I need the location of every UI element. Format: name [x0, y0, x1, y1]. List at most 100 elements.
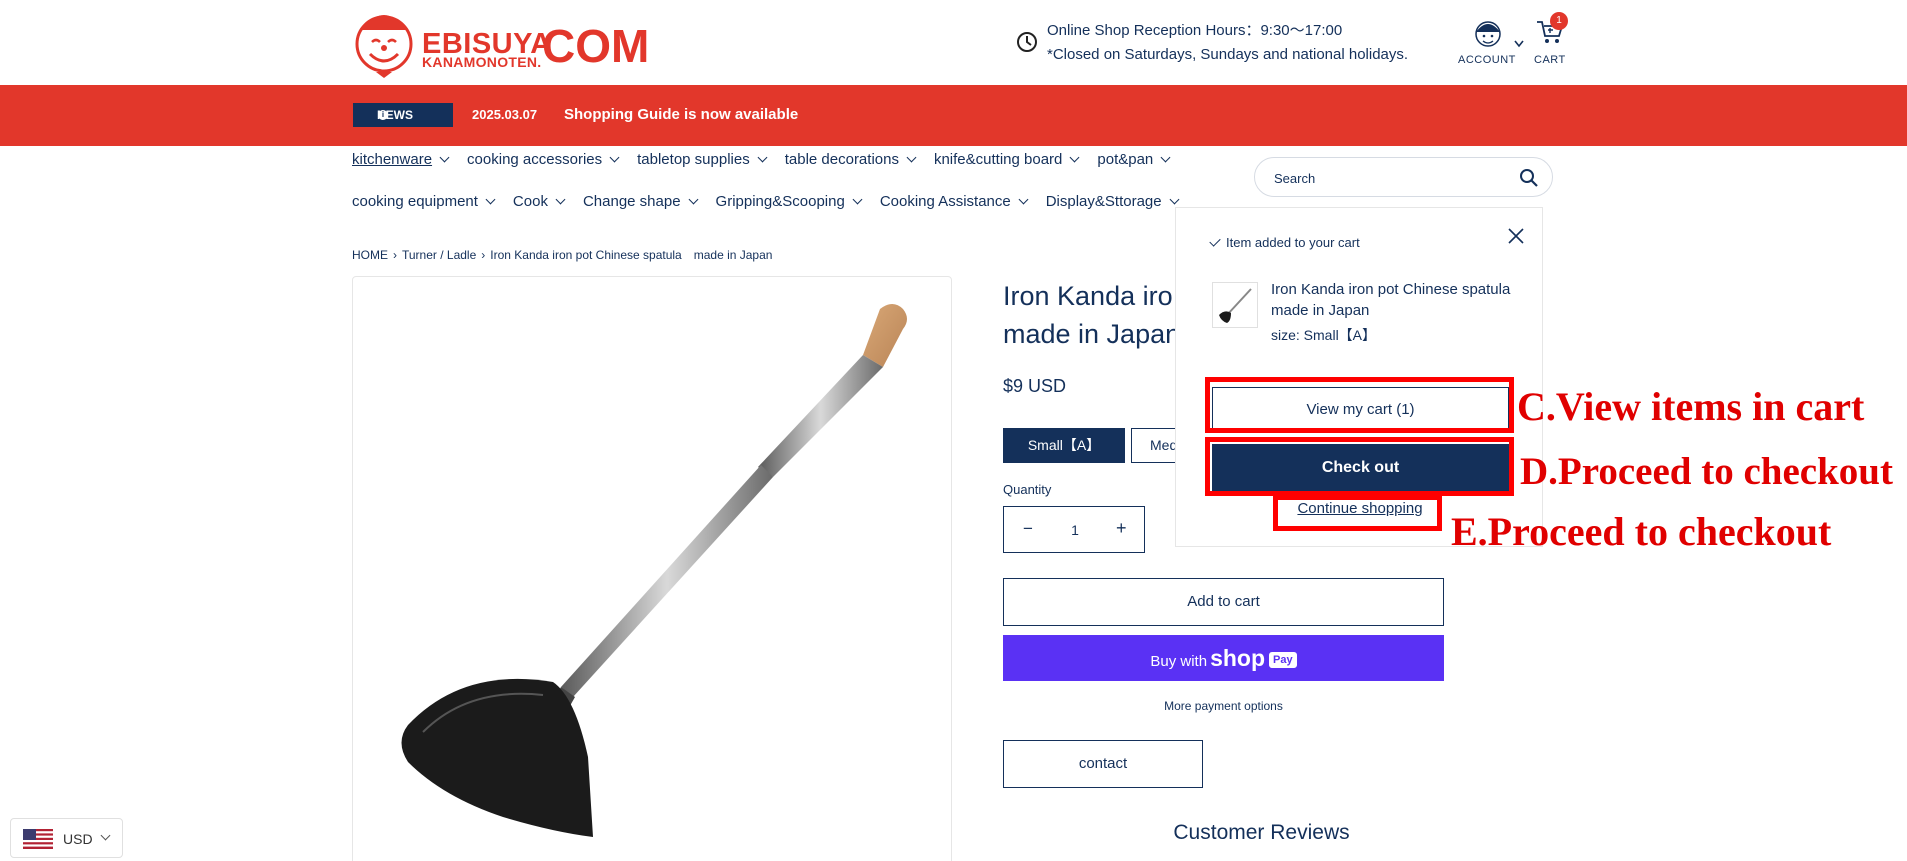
nav-label: Cooking Assistance — [879, 192, 1011, 210]
cart-count-badge: 1 — [1550, 12, 1568, 30]
search-placeholder: Search — [1274, 171, 1316, 186]
annotation-box-c — [1205, 377, 1514, 433]
currency-code: USD — [63, 831, 93, 847]
search-icon[interactable] — [1519, 168, 1539, 188]
checkmark-icon — [1209, 235, 1221, 247]
annotation-label-e: E.Proceed to checkout — [1451, 509, 1832, 554]
account-icon[interactable] — [1460, 14, 1516, 50]
cart-label[interactable]: CART — [1534, 54, 1566, 66]
spatula-image — [401, 304, 907, 837]
hours-note: *Closed on Saturdays, Sundays and nation… — [1047, 46, 1409, 63]
nav-item-display-storage[interactable]: Display&Sttorage — [1045, 189, 1180, 213]
currency-selector[interactable]: USD — [10, 818, 123, 858]
nav-item-cooking-equipment[interactable]: cooking equipment — [352, 189, 496, 213]
nav-label: tabletop supplies — [637, 150, 750, 168]
quantity-input[interactable]: 1 — [1069, 522, 1081, 538]
chevron-down-icon — [100, 830, 111, 841]
chevron-down-icon — [439, 152, 450, 162]
item-added-text: Item added to your cart — [1226, 235, 1360, 250]
nav-label: pot&pan — [1097, 150, 1154, 168]
spatula-thumbnail-image — [1219, 288, 1252, 323]
breadcrumb: HOME › Turner / Ladle › Iron Kanda iron pot … — [352, 246, 772, 263]
nav-label: Display&Sttorage — [1045, 192, 1162, 210]
product-title-line1: Iron Kanda iro — [1003, 281, 1173, 311]
hours-text: Online Shop Reception Hours：9:30〜17:00 — [1047, 22, 1343, 39]
nav-item-gripping-scooping[interactable]: Gripping&Scooping — [715, 189, 863, 213]
size-option-small[interactable]: Small【A】 — [1003, 428, 1125, 463]
chevron-down-icon — [1018, 194, 1029, 204]
chevron-down-icon — [1169, 194, 1180, 204]
chevron-down-icon — [852, 194, 863, 204]
chevron-down-icon — [1069, 152, 1080, 162]
product-price: $9 USD — [1003, 376, 1067, 396]
chevron-down-icon — [555, 194, 566, 204]
logo-text-kanamonoten: KANAMONOTEN. — [422, 54, 542, 70]
site-header: EBISUYA KANAMONOTEN. COM Online Shop Rec… — [0, 0, 1907, 85]
search-input[interactable]: Search — [1254, 157, 1553, 197]
ebisu-face-icon — [355, 15, 413, 78]
info-icon: i — [378, 110, 388, 120]
product-title-line2: made in Japan — [1003, 319, 1178, 349]
product-title: Iron Kanda iro made in Japan — [1003, 277, 1178, 353]
nav-item-cooking-accessories[interactable]: cooking accessories — [467, 147, 620, 171]
nav-item-knife-cutting-board[interactable]: knife&cutting board — [933, 147, 1080, 171]
buy-with-shop-pay-button[interactable]: Buy with shop Pay — [1003, 635, 1444, 681]
shop-logo: shop — [1210, 645, 1266, 671]
nav-item-change-shape[interactable]: Change shape — [582, 189, 698, 213]
more-payment-options-link[interactable]: More payment options — [1003, 699, 1444, 713]
annotation-label-d: D.Proceed to checkout — [1520, 450, 1893, 493]
nav-label: kitchenware — [352, 150, 433, 168]
us-flag-icon — [23, 829, 53, 849]
nav-item-cook[interactable]: Cook — [512, 189, 566, 213]
account-chevron-icon[interactable] — [1513, 36, 1525, 54]
nav-label: cooking equipment — [352, 192, 478, 210]
chevron-down-icon — [1160, 152, 1171, 162]
quantity-stepper: − 1 + — [1003, 506, 1145, 553]
chevron-down-icon — [609, 152, 620, 162]
main-nav-row-2: cooking equipment Cook Change shape Grip… — [352, 189, 1197, 213]
nav-label: knife&cutting board — [933, 150, 1063, 168]
nav-label: Change shape — [582, 192, 681, 210]
annotation-box-e — [1273, 495, 1442, 531]
nav-item-table-decorations[interactable]: table decorations — [784, 147, 917, 171]
logo-text-com: COM — [542, 20, 650, 72]
product-image[interactable] — [352, 276, 952, 861]
news-tag: i NEWS — [353, 103, 453, 127]
account-label[interactable]: ACCOUNT — [1458, 54, 1516, 66]
site-logo[interactable]: EBISUYA KANAMONOTEN. COM — [352, 6, 652, 78]
news-headline[interactable]: Shopping Guide is now available — [564, 106, 798, 123]
breadcrumb-home[interactable]: HOME — [352, 248, 388, 262]
nav-label: table decorations — [784, 150, 899, 168]
nav-item-cooking-assistance[interactable]: Cooking Assistance — [879, 189, 1029, 213]
main-nav-row-1: kitchenware cooking accessories tabletop… — [352, 147, 1188, 171]
nav-item-kitchenware[interactable]: kitchenware — [352, 147, 450, 171]
quantity-decrease-button[interactable]: − — [1023, 519, 1033, 539]
breadcrumb-separator: › — [481, 248, 486, 262]
nav-label: Cook — [512, 192, 548, 210]
contact-button[interactable]: contact — [1003, 740, 1203, 788]
pay-badge: Pay — [1269, 652, 1297, 668]
customer-reviews-heading: Customer Reviews — [1173, 821, 1350, 844]
nav-item-pot-pan[interactable]: pot&pan — [1097, 147, 1171, 171]
annotation-label-c: C.View items in cart — [1517, 384, 1865, 429]
nav-label: cooking accessories — [467, 150, 603, 168]
chevron-down-icon — [906, 152, 917, 162]
quantity-label: Quantity — [1003, 482, 1052, 497]
news-date: 2025.03.07 — [472, 107, 538, 122]
chevron-down-icon — [485, 194, 496, 204]
breadcrumb-category[interactable]: Turner / Ladle — [402, 248, 476, 262]
cart-item-thumbnail — [1212, 282, 1258, 328]
nav-item-tabletop-supplies[interactable]: tabletop supplies — [637, 147, 768, 171]
chevron-down-icon — [757, 152, 768, 162]
cart-item-name: Iron Kanda iron pot Chinese spatula made… — [1271, 281, 1526, 319]
nav-label: Gripping&Scooping — [715, 192, 845, 210]
close-icon[interactable] — [1506, 226, 1526, 246]
annotation-box-d — [1205, 437, 1514, 496]
add-to-cart-button[interactable]: Add to cart — [1003, 578, 1444, 626]
shop-pay-text: Buy with — [1150, 653, 1208, 670]
item-added-message: Item added to your cart — [1209, 235, 1360, 250]
news-bar: i NEWS 2025.03.07 Shopping Guide is now … — [0, 85, 1907, 146]
quantity-increase-button[interactable]: + — [1116, 518, 1127, 539]
cart-item-size: size: Small【A】 — [1271, 327, 1377, 343]
breadcrumb-current: Iron Kanda iron pot Chinese spatula made… — [490, 248, 773, 262]
